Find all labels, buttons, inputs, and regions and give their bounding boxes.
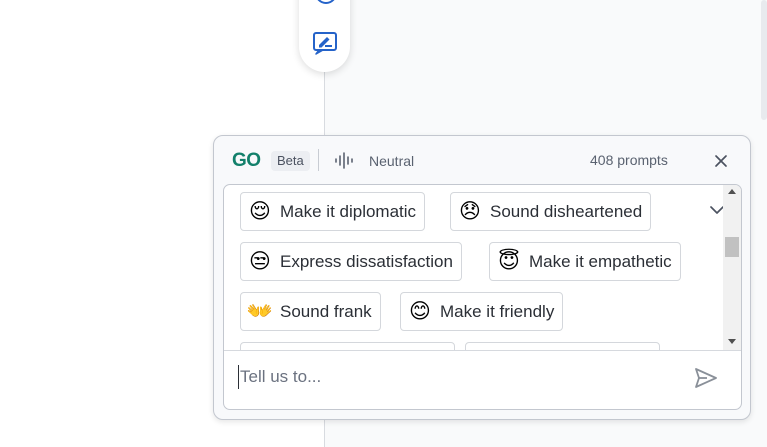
beta-badge: Beta bbox=[271, 151, 310, 171]
header-divider bbox=[318, 149, 319, 171]
edit-note-icon[interactable] bbox=[311, 30, 339, 56]
input-divider bbox=[224, 350, 741, 351]
chip-sound-disheartened[interactable]: 😞 Sound disheartened bbox=[450, 192, 652, 231]
expand-button[interactable] bbox=[704, 197, 724, 223]
close-icon[interactable] bbox=[712, 152, 730, 170]
page: GO Beta Neutral 408 prompts 😌 Make it di… bbox=[0, 0, 767, 447]
tone-label[interactable]: Neutral bbox=[369, 153, 414, 169]
sound-wave-icon bbox=[335, 152, 353, 169]
relieved-face-icon: 😌 bbox=[249, 200, 271, 223]
chip-partial[interactable] bbox=[240, 342, 455, 350]
halo-face-icon: 😇 bbox=[498, 250, 520, 273]
suggestion-list: 😌 Make it diplomatic 😞 Sound disheartene… bbox=[224, 185, 724, 350]
unamused-face-icon: 😒 bbox=[249, 250, 271, 273]
scroll-down-arrow-icon[interactable] bbox=[728, 339, 736, 344]
go-logo: GO bbox=[232, 150, 261, 171]
chip-make-it-friendly[interactable]: 😊 Make it friendly bbox=[400, 292, 564, 331]
scroll-up-arrow-icon[interactable] bbox=[728, 189, 736, 194]
panel-header: GO Beta Neutral 408 prompts bbox=[214, 136, 750, 186]
chip-make-it-empathetic[interactable]: 😇 Make it empathetic bbox=[489, 242, 681, 281]
prompt-input[interactable] bbox=[238, 365, 668, 389]
chip-make-it-diplomatic[interactable]: 😌 Make it diplomatic bbox=[240, 192, 426, 231]
smiling-face-icon: 😊 bbox=[409, 300, 431, 323]
page-scrollbar[interactable] bbox=[761, 0, 767, 120]
disappointed-face-icon: 😞 bbox=[459, 200, 481, 223]
chip-label: Sound disheartened bbox=[490, 201, 643, 221]
chip-partial[interactable] bbox=[465, 342, 660, 350]
chip-label: Make it friendly bbox=[440, 301, 555, 321]
chip-sound-frank[interactable]: 👐 Sound frank bbox=[240, 292, 381, 331]
prompt-box: 😌 Make it diplomatic 😞 Sound disheartene… bbox=[223, 184, 742, 410]
open-hands-icon: 👐 bbox=[246, 300, 274, 323]
chip-label: Express dissatisfaction bbox=[280, 251, 453, 271]
prompts-count: 408 prompts bbox=[590, 152, 668, 168]
suggestions-scrollbar[interactable] bbox=[723, 185, 741, 350]
circle-icon[interactable] bbox=[314, 0, 338, 7]
chip-label: Sound frank bbox=[280, 301, 372, 321]
chip-label: Make it empathetic bbox=[529, 251, 672, 271]
go-prompt-panel: GO Beta Neutral 408 prompts 😌 Make it di… bbox=[213, 135, 751, 420]
chip-express-dissatisfaction[interactable]: 😒 Express dissatisfaction bbox=[240, 242, 462, 281]
scrollbar-thumb[interactable] bbox=[725, 237, 739, 257]
chip-label: Make it diplomatic bbox=[280, 201, 417, 221]
send-icon[interactable] bbox=[694, 367, 718, 389]
chevron-down-icon bbox=[710, 206, 724, 214]
